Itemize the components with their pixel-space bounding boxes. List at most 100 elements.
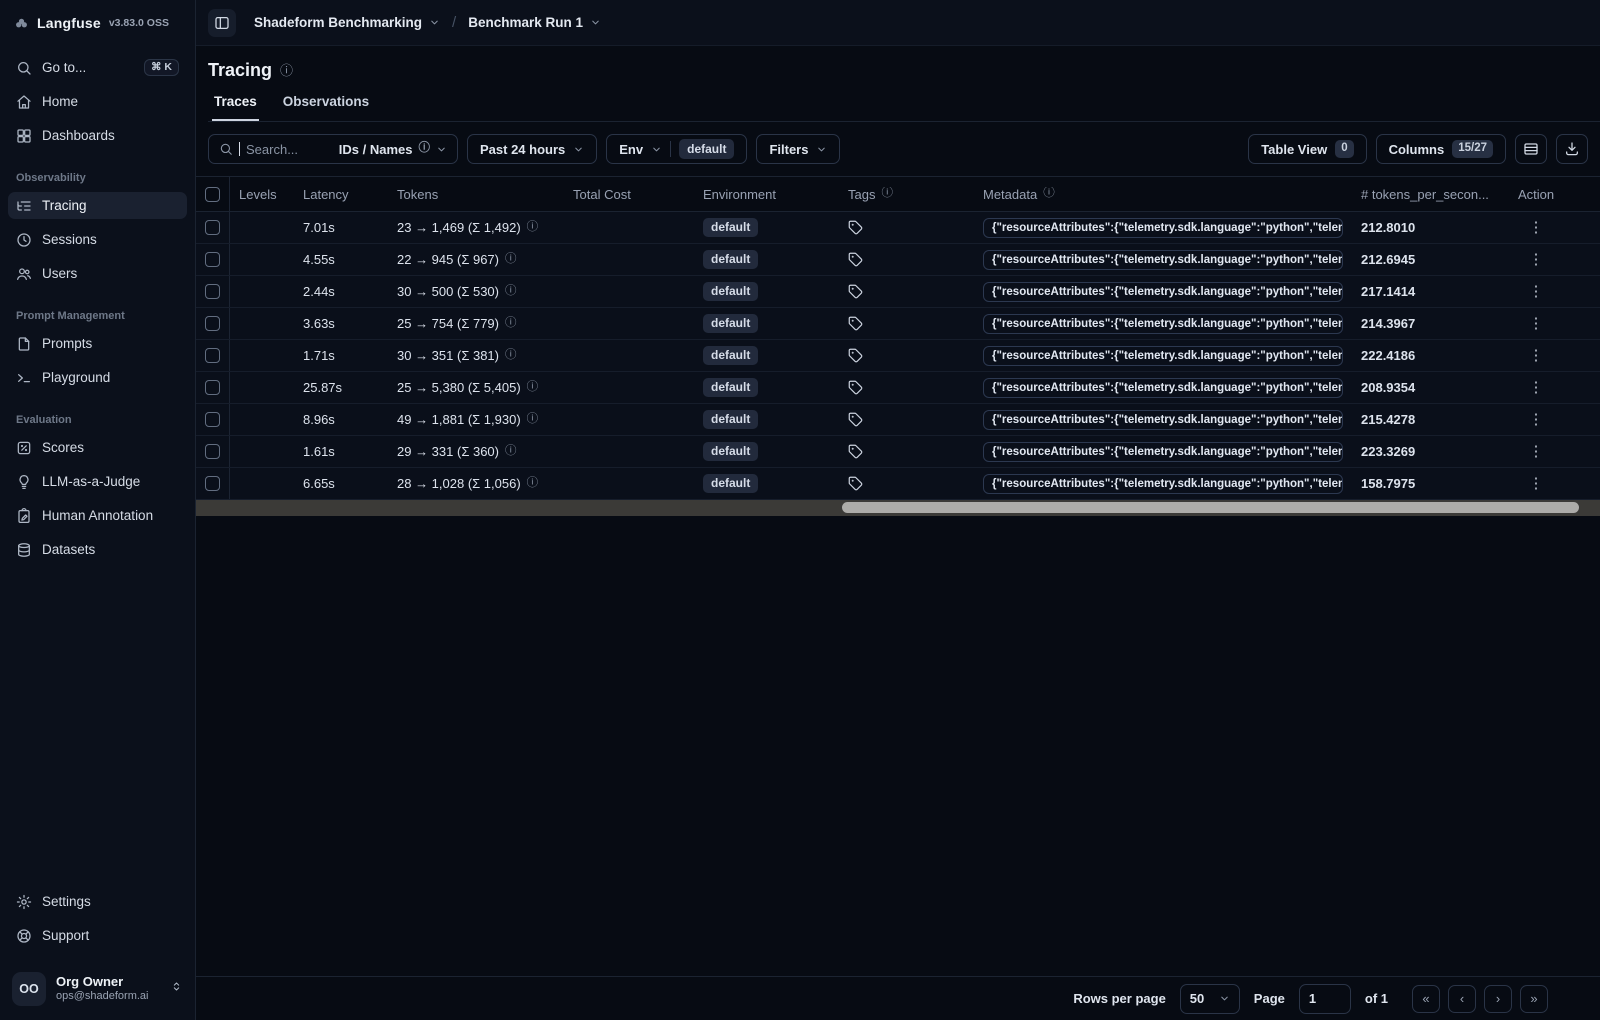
sidebar-item-settings[interactable]: Settings (8, 888, 187, 915)
tags-cell[interactable] (839, 252, 974, 267)
sidebar-item-datasets[interactable]: Datasets (8, 536, 187, 563)
environment-filter[interactable]: Env default (606, 134, 748, 164)
row-checkbox[interactable] (205, 444, 220, 459)
tags-cell[interactable] (839, 476, 974, 491)
info-icon[interactable]: ⓘ (505, 349, 517, 362)
info-icon[interactable]: ⓘ (505, 317, 517, 330)
row-actions-menu-button[interactable]: ⋮ (1529, 444, 1544, 459)
info-icon[interactable]: ⓘ (505, 445, 517, 458)
table-row[interactable]: 4.55s 22 → 945 (Σ 967) ⓘ default {"resou… (196, 244, 1600, 276)
sidebar-item-home[interactable]: Home (8, 88, 187, 115)
breadcrumb-project[interactable]: Benchmark Run 1 (468, 15, 601, 30)
row-actions-menu-button[interactable]: ⋮ (1529, 316, 1544, 331)
header-cell-total-cost[interactable]: Total Cost (564, 187, 694, 202)
next-page-button[interactable]: › (1484, 984, 1512, 1013)
metadata-value[interactable]: {"resourceAttributes":{"telemetry.sdk.la… (983, 313, 1343, 334)
sidebar-item-sessions[interactable]: Sessions (8, 226, 187, 253)
select-all-checkbox[interactable] (205, 186, 220, 202)
row-checkbox[interactable] (205, 412, 220, 427)
info-icon[interactable]: ⓘ (527, 381, 539, 394)
row-checkbox[interactable] (205, 380, 220, 395)
page-number-input[interactable] (1298, 983, 1351, 1014)
search-box[interactable]: IDs / Names ⓘ (208, 134, 458, 164)
table-row[interactable]: 8.96s 49 → 1,881 (Σ 1,930) ⓘ default {"r… (196, 404, 1600, 436)
time-range-filter[interactable]: Past 24 hours (467, 134, 598, 164)
row-checkbox[interactable] (205, 284, 220, 299)
sidebar-item-llm-as-a-judge[interactable]: LLM-as-a-Judge (8, 468, 187, 495)
metadata-value[interactable]: {"resourceAttributes":{"telemetry.sdk.la… (983, 409, 1343, 430)
info-icon[interactable]: ⓘ (505, 285, 517, 298)
tags-cell[interactable] (839, 444, 974, 459)
metadata-value[interactable]: {"resourceAttributes":{"telemetry.sdk.la… (983, 441, 1343, 462)
tags-cell[interactable] (839, 284, 974, 299)
info-icon[interactable]: ⓘ (527, 413, 539, 426)
last-page-button[interactable]: » (1520, 984, 1548, 1013)
tags-cell[interactable] (839, 348, 974, 363)
metadata-value[interactable]: {"resourceAttributes":{"telemetry.sdk.la… (983, 473, 1343, 494)
filters-button[interactable]: Filters (756, 134, 841, 164)
sidebar-item-goto[interactable]: Go to... ⌘ K (8, 54, 187, 81)
breadcrumb-org[interactable]: Shadeform Benchmarking (254, 15, 440, 30)
header-cell-metadata[interactable]: Metadata ⓘ (974, 187, 1352, 202)
sidebar-item-scores[interactable]: Scores (8, 434, 187, 461)
metadata-value[interactable]: {"resourceAttributes":{"telemetry.sdk.la… (983, 345, 1343, 366)
user-menu[interactable]: OO Org Owner ops@shadeform.ai (0, 962, 195, 1020)
sidebar-item-support[interactable]: Support (8, 922, 187, 949)
header-cell-environment[interactable]: Environment (694, 187, 839, 202)
row-height-button[interactable] (1515, 134, 1547, 164)
table-row[interactable]: 3.63s 25 → 754 (Σ 779) ⓘ default {"resou… (196, 308, 1600, 340)
row-checkbox[interactable] (205, 476, 220, 491)
sidebar-toggle-button[interactable] (208, 8, 236, 37)
sidebar-item-prompts[interactable]: Prompts (8, 330, 187, 357)
info-icon[interactable]: ⓘ (505, 253, 517, 266)
columns-button[interactable]: Columns 15/27 (1375, 134, 1506, 164)
table-row[interactable]: 6.65s 28 → 1,028 (Σ 1,056) ⓘ default {"r… (196, 468, 1600, 500)
row-actions-menu-button[interactable]: ⋮ (1529, 348, 1544, 363)
sidebar-item-dashboards[interactable]: Dashboards (8, 122, 187, 149)
search-mode-selector[interactable]: IDs / Names ⓘ (339, 142, 447, 157)
tags-cell[interactable] (839, 220, 974, 235)
horizontal-scrollbar-thumb[interactable] (841, 502, 1579, 513)
sidebar-item-human-annotation[interactable]: Human Annotation (8, 502, 187, 529)
sidebar-item-tracing[interactable]: Tracing (8, 192, 187, 219)
metadata-value[interactable]: {"resourceAttributes":{"telemetry.sdk.la… (983, 377, 1343, 398)
header-cell-levels[interactable]: Levels (230, 187, 294, 202)
table-row[interactable]: 7.01s 23 → 1,469 (Σ 1,492) ⓘ default {"r… (196, 212, 1600, 244)
row-actions-menu-button[interactable]: ⋮ (1529, 412, 1544, 427)
row-checkbox[interactable] (205, 348, 220, 363)
info-icon[interactable]: ⓘ (527, 477, 539, 490)
first-page-button[interactable]: « (1412, 984, 1440, 1013)
previous-page-button[interactable]: ‹ (1448, 984, 1476, 1013)
table-row[interactable]: 1.71s 30 → 351 (Σ 381) ⓘ default {"resou… (196, 340, 1600, 372)
header-cell-latency[interactable]: Latency (294, 187, 388, 202)
row-actions-menu-button[interactable]: ⋮ (1529, 284, 1544, 299)
metadata-value[interactable]: {"resourceAttributes":{"telemetry.sdk.la… (983, 217, 1343, 238)
tab-observations[interactable]: Observations (281, 94, 371, 121)
sidebar-item-users[interactable]: Users (8, 260, 187, 287)
info-icon[interactable]: ⓘ (280, 64, 293, 77)
row-checkbox[interactable] (205, 252, 220, 267)
row-checkbox[interactable] (205, 220, 220, 235)
row-actions-menu-button[interactable]: ⋮ (1529, 220, 1544, 235)
tab-traces[interactable]: Traces (212, 94, 259, 121)
table-row[interactable]: 25.87s 25 → 5,380 (Σ 5,405) ⓘ default {"… (196, 372, 1600, 404)
table-row[interactable]: 1.61s 29 → 331 (Σ 360) ⓘ default {"resou… (196, 436, 1600, 468)
rows-per-page-select[interactable]: 50 (1179, 983, 1240, 1014)
tags-cell[interactable] (839, 380, 974, 395)
row-checkbox[interactable] (205, 316, 220, 331)
row-actions-menu-button[interactable]: ⋮ (1529, 380, 1544, 395)
search-input[interactable] (246, 141, 324, 157)
header-cell-tokens[interactable]: Tokens (388, 187, 564, 202)
metadata-value[interactable]: {"resourceAttributes":{"telemetry.sdk.la… (983, 249, 1343, 270)
tags-cell[interactable] (839, 412, 974, 427)
header-cell-tags[interactable]: Tags ⓘ (839, 187, 974, 202)
info-icon[interactable]: ⓘ (527, 221, 539, 234)
row-actions-menu-button[interactable]: ⋮ (1529, 476, 1544, 491)
metadata-value[interactable]: {"resourceAttributes":{"telemetry.sdk.la… (983, 281, 1343, 302)
row-actions-menu-button[interactable]: ⋮ (1529, 252, 1544, 267)
sidebar-item-playground[interactable]: Playground (8, 364, 187, 391)
tags-cell[interactable] (839, 316, 974, 331)
table-row[interactable]: 2.44s 30 → 500 (Σ 530) ⓘ default {"resou… (196, 276, 1600, 308)
horizontal-scrollbar-track[interactable] (196, 500, 1600, 516)
header-cell-tokens-per-second[interactable]: # tokens_per_secon... (1352, 187, 1512, 202)
